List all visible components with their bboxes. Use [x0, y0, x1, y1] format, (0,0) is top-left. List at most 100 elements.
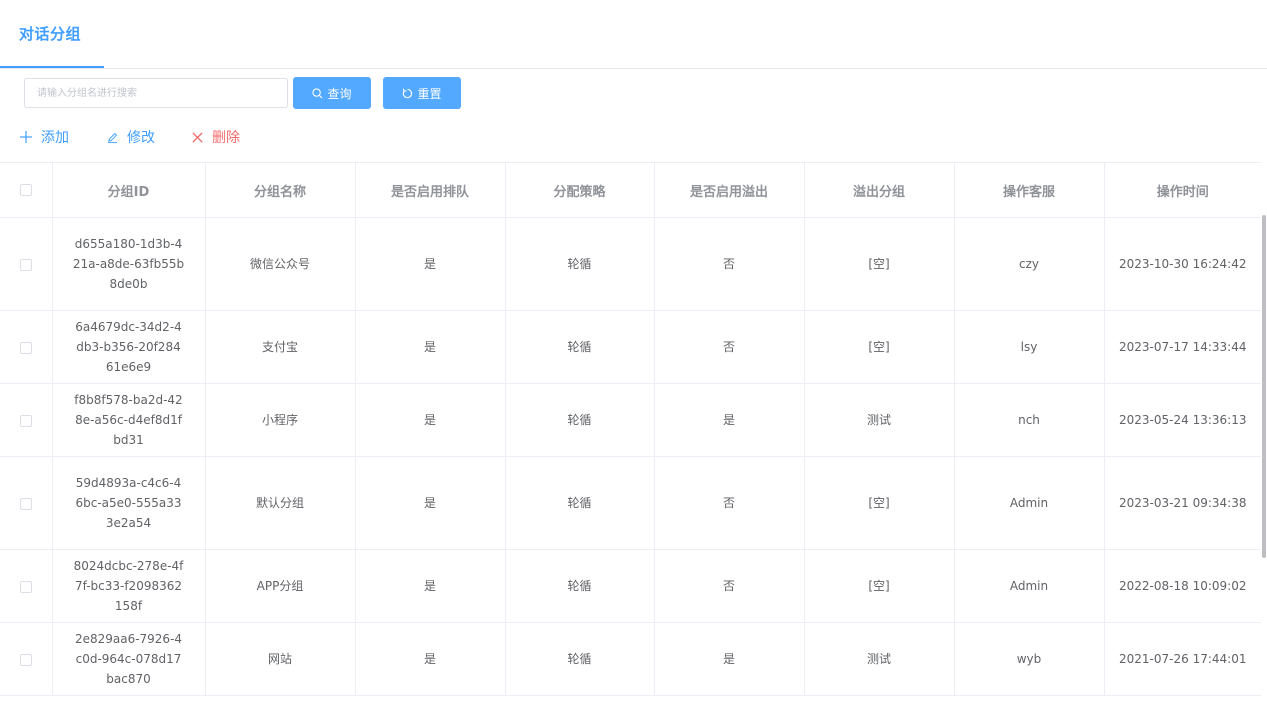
row-select-cell [0, 310, 53, 384]
cell-overflow-group: 测试 [804, 622, 955, 696]
cell-queue-enabled: 是 [355, 383, 506, 457]
plus-icon [20, 131, 32, 143]
edit-button-label: 修改 [127, 130, 155, 146]
cell-strategy: 轮循 [505, 383, 655, 457]
cell-queue-enabled: 是 [355, 549, 506, 623]
cell-queue-enabled: 是 [355, 622, 506, 696]
table-header-row: 分组ID 分组名称 是否启用排队 分配策略 是否启用溢出 溢出分组 操作客服 操… [0, 162, 1261, 218]
groups-table: 分组ID 分组名称 是否启用排队 分配策略 是否启用溢出 溢出分组 操作客服 操… [0, 162, 1261, 696]
tab-conversation-groups[interactable]: 对话分组 [0, 0, 104, 68]
cell-operation-time: 2023-05-24 13:36:13 [1104, 383, 1261, 457]
cell-group-id: 8024dcbc-278e-4f7f-bc33-f2098362158f [52, 549, 206, 623]
cell-queue-enabled: 是 [355, 217, 506, 311]
add-button[interactable]: 添加 [19, 127, 69, 147]
cell-group-name: APP分组 [205, 549, 356, 623]
cell-strategy: 轮循 [505, 622, 655, 696]
cell-overflow-enabled: 否 [654, 310, 805, 384]
header-overflow-group[interactable]: 溢出分组 [804, 162, 955, 218]
row-checkbox[interactable] [19, 258, 32, 271]
cell-strategy: 轮循 [505, 549, 655, 623]
cell-overflow-enabled: 是 [654, 383, 805, 457]
header-overflow-enabled[interactable]: 是否启用溢出 [654, 162, 805, 218]
cell-group-id: f8b8f578-ba2d-428e-a56c-d4ef8d1fbd31 [52, 383, 206, 457]
edit-button[interactable]: 修改 [106, 127, 155, 147]
reset-button-label: 重置 [417, 86, 442, 101]
cell-operator: nch [954, 383, 1105, 457]
cell-operation-time: 2021-07-26 17:44:01 [1104, 622, 1261, 696]
cell-operator: wyb [954, 622, 1105, 696]
cell-group-name: 小程序 [205, 383, 356, 457]
search-input[interactable] [24, 78, 288, 108]
cell-group-name: 支付宝 [205, 310, 356, 384]
table-row[interactable]: d655a180-1d3b-421a-a8de-63fb55b8de0b 微信公… [0, 217, 1261, 311]
table-row[interactable]: f8b8f578-ba2d-428e-a56c-d4ef8d1fbd31 小程序… [0, 383, 1261, 457]
add-button-label: 添加 [41, 130, 69, 146]
scrollbar-thumb[interactable] [1262, 215, 1266, 558]
tab-bar: 对话分组 [0, 0, 1267, 69]
table-row[interactable]: 6a4679dc-34d2-4db3-b356-20f28461e6e9 支付宝… [0, 310, 1261, 384]
cell-group-id: d655a180-1d3b-421a-a8de-63fb55b8de0b [52, 217, 206, 311]
edit-icon [107, 132, 118, 143]
cell-group-name: 微信公众号 [205, 217, 356, 311]
header-operator[interactable]: 操作客服 [954, 162, 1105, 218]
cell-overflow-enabled: 否 [654, 456, 805, 550]
header-queue-enabled[interactable]: 是否启用排队 [355, 162, 506, 218]
header-group-id[interactable]: 分组ID [52, 162, 206, 218]
query-button-label: 查询 [327, 86, 352, 101]
cell-overflow-group: [空] [804, 456, 955, 550]
cell-queue-enabled: 是 [355, 310, 506, 384]
page: 对话分组 查询 重置 添加 修改 [0, 0, 1267, 701]
query-button[interactable]: 查询 [293, 77, 371, 109]
cell-overflow-group: 测试 [804, 383, 955, 457]
row-select-cell [0, 622, 53, 696]
cell-overflow-group: [空] [804, 549, 955, 623]
cell-operator: czy [954, 217, 1105, 311]
refresh-icon [403, 88, 413, 98]
select-all-cell [0, 162, 53, 218]
row-checkbox[interactable] [19, 580, 32, 593]
reset-button[interactable]: 重置 [383, 77, 461, 109]
cell-overflow-group: [空] [804, 217, 955, 311]
cell-overflow-enabled: 是 [654, 622, 805, 696]
cell-operator: lsy [954, 310, 1105, 384]
cell-operation-time: 2023-03-21 09:34:38 [1104, 456, 1261, 550]
cell-queue-enabled: 是 [355, 456, 506, 550]
header-operation-time[interactable]: 操作时间 [1104, 162, 1261, 218]
cell-group-name: 默认分组 [205, 456, 356, 550]
header-group-name[interactable]: 分组名称 [205, 162, 356, 218]
row-checkbox[interactable] [19, 414, 32, 427]
row-select-cell [0, 456, 53, 550]
table-row[interactable]: 8024dcbc-278e-4f7f-bc33-f2098362158f APP… [0, 549, 1261, 623]
cell-overflow-enabled: 否 [654, 217, 805, 311]
cell-overflow-group: [空] [804, 310, 955, 384]
cell-group-id: 59d4893a-c4c6-46bc-a5e0-555a333e2a54 [52, 456, 206, 550]
cell-strategy: 轮循 [505, 310, 655, 384]
table-row[interactable]: 2e829aa6-7926-4c0d-964c-078d17bac870 网站 … [0, 622, 1261, 696]
cell-operation-time: 2022-08-18 10:09:02 [1104, 549, 1261, 623]
row-select-cell [0, 383, 53, 457]
row-select-cell [0, 549, 53, 623]
row-select-cell [0, 217, 53, 311]
close-icon [192, 131, 203, 143]
table-row[interactable]: 59d4893a-c4c6-46bc-a5e0-555a333e2a54 默认分… [0, 456, 1261, 550]
row-checkbox[interactable] [19, 653, 32, 666]
cell-strategy: 轮循 [505, 217, 655, 311]
select-all-checkbox[interactable] [19, 184, 32, 196]
cell-group-name: 网站 [205, 622, 356, 696]
cell-operation-time: 2023-07-17 14:33:44 [1104, 310, 1261, 384]
row-checkbox[interactable] [19, 497, 32, 510]
delete-button[interactable]: 删除 [191, 127, 240, 147]
delete-button-label: 删除 [212, 130, 240, 146]
search-icon [312, 87, 323, 98]
tab-active-indicator [0, 66, 104, 68]
cell-overflow-enabled: 否 [654, 549, 805, 623]
header-strategy[interactable]: 分配策略 [505, 162, 655, 218]
row-checkbox[interactable] [19, 341, 32, 354]
cell-strategy: 轮循 [505, 456, 655, 550]
cell-operator: Admin [954, 549, 1105, 623]
cell-group-id: 2e829aa6-7926-4c0d-964c-078d17bac870 [52, 622, 206, 696]
cell-operation-time: 2023-10-30 16:24:42 [1104, 217, 1261, 311]
cell-operator: Admin [954, 456, 1105, 550]
cell-group-id: 6a4679dc-34d2-4db3-b356-20f28461e6e9 [52, 310, 206, 384]
tab-label: 对话分组 [19, 25, 82, 43]
